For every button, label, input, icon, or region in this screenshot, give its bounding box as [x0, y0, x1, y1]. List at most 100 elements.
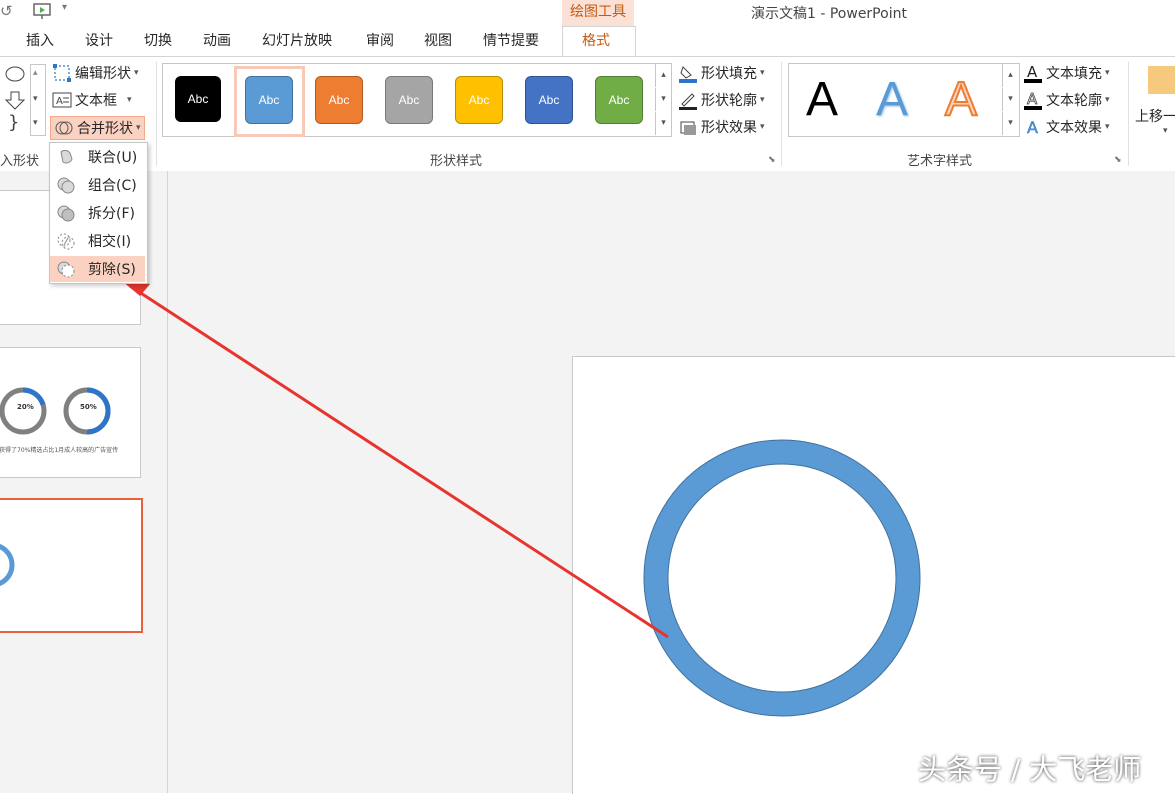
bring-forward-icon[interactable] — [1148, 66, 1175, 94]
chevron-down-icon: ▾ — [1105, 122, 1110, 132]
wordart-sample-orange[interactable]: A — [944, 72, 978, 128]
svg-text:A: A — [1027, 90, 1038, 108]
menu-item-subtract[interactable]: 剪除(S) — [50, 256, 145, 282]
tab-format[interactable]: 格式 — [582, 30, 610, 50]
ring-20-percent: 20% — [17, 403, 34, 411]
tab-insert[interactable]: 插入 — [26, 30, 54, 50]
watermark-text: 头条号 / 大飞老师 — [918, 753, 1142, 786]
tab-transitions[interactable]: 切换 — [144, 30, 172, 50]
style-swatch-black[interactable]: Abc — [175, 76, 221, 122]
chevron-down-icon: ▾ — [134, 68, 139, 78]
edit-shape-icon — [52, 63, 72, 83]
start-slideshow-icon[interactable] — [32, 2, 54, 20]
fragment-icon — [56, 204, 76, 222]
shape-effects-button[interactable]: 形状效果 ▾ — [678, 116, 765, 138]
tab-storyboarding[interactable]: 情节提要 — [483, 30, 539, 50]
merge-shapes-icon — [54, 118, 74, 138]
text-box-button[interactable]: A 文本框 ▾ — [52, 89, 132, 111]
wordart-scroll-up-icon[interactable]: ▴ — [1002, 64, 1018, 87]
ring-50-percent: 50% — [80, 403, 97, 411]
chevron-down-icon: ▾ — [760, 68, 765, 78]
text-fill-label: 文本填充 — [1046, 66, 1102, 82]
down-arrow-shape-icon[interactable] — [4, 90, 26, 110]
tab-slideshow[interactable]: 幻灯片放映 — [262, 30, 332, 50]
style-swatch-orange[interactable]: Abc — [315, 76, 363, 124]
wordart-sample-black[interactable]: A — [806, 72, 838, 128]
slide-thumbnail-3-selected[interactable] — [0, 498, 143, 633]
shape-fill-button[interactable]: 形状填充 ▾ — [678, 62, 765, 84]
progress-ring-20 — [0, 387, 47, 435]
edit-shape-button[interactable]: 编辑形状 ▾ — [52, 62, 139, 84]
style-swatch-gray[interactable]: Abc — [385, 76, 433, 124]
styles-scroll-up-icon[interactable]: ▴ — [655, 64, 671, 87]
text-outline-label: 文本轮廓 — [1046, 93, 1102, 109]
merge-shapes-button[interactable]: 合并形状 ▾ — [50, 116, 145, 140]
scroll-up-icon[interactable]: ▴ — [33, 68, 38, 78]
tab-view[interactable]: 视图 — [424, 30, 452, 50]
svg-text:A: A — [56, 96, 63, 107]
subtract-icon — [56, 260, 76, 278]
shape-effects-label: 形状效果 — [701, 120, 757, 136]
progress-ring-50 — [63, 387, 111, 435]
chevron-down-icon: ▾ — [760, 122, 765, 132]
tab-design[interactable]: 设计 — [85, 30, 113, 50]
menu-item-union[interactable]: 联合(U) — [50, 144, 145, 170]
text-box-label: 文本框 — [75, 93, 117, 109]
shape-outline-button[interactable]: 形状轮廓 ▾ — [678, 89, 765, 111]
styles-expand-icon[interactable]: ▾ — [655, 112, 671, 135]
svg-text:A: A — [1027, 118, 1038, 137]
thumbnail-caption: 获得了70%精选占比1月成人较高的广告宣传 — [0, 447, 119, 454]
quick-access-more-icon[interactable]: ▾ — [62, 2, 67, 13]
contextual-tab-group-label: 绘图工具 — [562, 0, 634, 27]
wordart-expand-icon[interactable]: ▾ — [1002, 112, 1018, 135]
oval-shape-icon[interactable] — [4, 65, 26, 83]
wordart-sample-blue[interactable]: A — [876, 72, 908, 128]
shape-effects-icon — [678, 117, 698, 137]
text-fill-button[interactable]: A 文本填充 ▾ — [1023, 62, 1110, 84]
text-box-icon: A — [52, 90, 72, 110]
menu-item-combine[interactable]: 组合(C) — [50, 172, 145, 198]
menu-item-fragment[interactable]: 拆分(F) — [50, 200, 145, 226]
text-outline-button[interactable]: A 文本轮廓 ▾ — [1023, 89, 1110, 111]
text-effects-icon: A — [1023, 117, 1043, 138]
svg-text:A: A — [1027, 63, 1038, 81]
menu-item-label: 相交(I) — [88, 234, 132, 250]
menu-item-label: 组合(C) — [88, 178, 137, 194]
ring-shape[interactable] — [640, 436, 924, 720]
bring-forward-label[interactable]: 上移一 — [1135, 106, 1175, 126]
style-swatch-blue[interactable]: Abc — [245, 76, 293, 124]
style-swatch-green[interactable]: Abc — [595, 76, 643, 124]
paint-bucket-icon — [678, 63, 698, 83]
chevron-down-icon: ▾ — [1105, 95, 1110, 105]
style-swatch-gold[interactable]: Abc — [455, 76, 503, 124]
combine-icon — [56, 176, 76, 194]
slide-thumbnail-2[interactable]: 20% 50% 获得了70%精选占比1月成人较高的广告宣传 — [0, 347, 141, 478]
chevron-down-icon[interactable]: ▾ — [1163, 126, 1168, 136]
insert-shapes-group-label: 入形状 — [0, 154, 40, 169]
brace-shape-icon[interactable]: } — [8, 112, 19, 133]
menu-item-intersect[interactable]: 相交(I) — [50, 228, 145, 254]
text-effects-button[interactable]: A 文本效果 ▾ — [1023, 116, 1110, 138]
shape-fill-label: 形状填充 — [701, 66, 757, 82]
styles-scroll-down-icon[interactable]: ▾ — [655, 88, 671, 111]
scroll-down-icon[interactable]: ▾ — [33, 94, 38, 104]
style-swatch-dark-blue[interactable]: Abc — [525, 76, 573, 124]
thumbnail-ring-shape — [0, 543, 15, 587]
undo-icon[interactable]: ↺ — [0, 2, 18, 20]
pen-icon — [678, 90, 698, 110]
chevron-down-icon: ▾ — [136, 123, 141, 133]
menu-item-label: 剪除(S) — [88, 262, 136, 278]
menu-item-label: 拆分(F) — [88, 206, 135, 222]
menu-item-label: 联合(U) — [88, 150, 138, 166]
text-fill-icon: A — [1023, 63, 1043, 83]
text-outline-icon: A — [1023, 90, 1043, 110]
wordart-scroll-down-icon[interactable]: ▾ — [1002, 88, 1018, 111]
dialog-launcher-icon[interactable]: ⬊ — [1114, 155, 1122, 165]
tab-review[interactable]: 审阅 — [366, 30, 394, 50]
gallery-expand-icon[interactable]: ▾ — [33, 118, 38, 128]
tab-animations[interactable]: 动画 — [203, 30, 231, 50]
chevron-down-icon: ▾ — [760, 95, 765, 105]
shape-outline-label: 形状轮廓 — [701, 93, 757, 109]
chevron-down-icon: ▾ — [127, 95, 132, 105]
dialog-launcher-icon[interactable]: ⬊ — [768, 155, 776, 165]
